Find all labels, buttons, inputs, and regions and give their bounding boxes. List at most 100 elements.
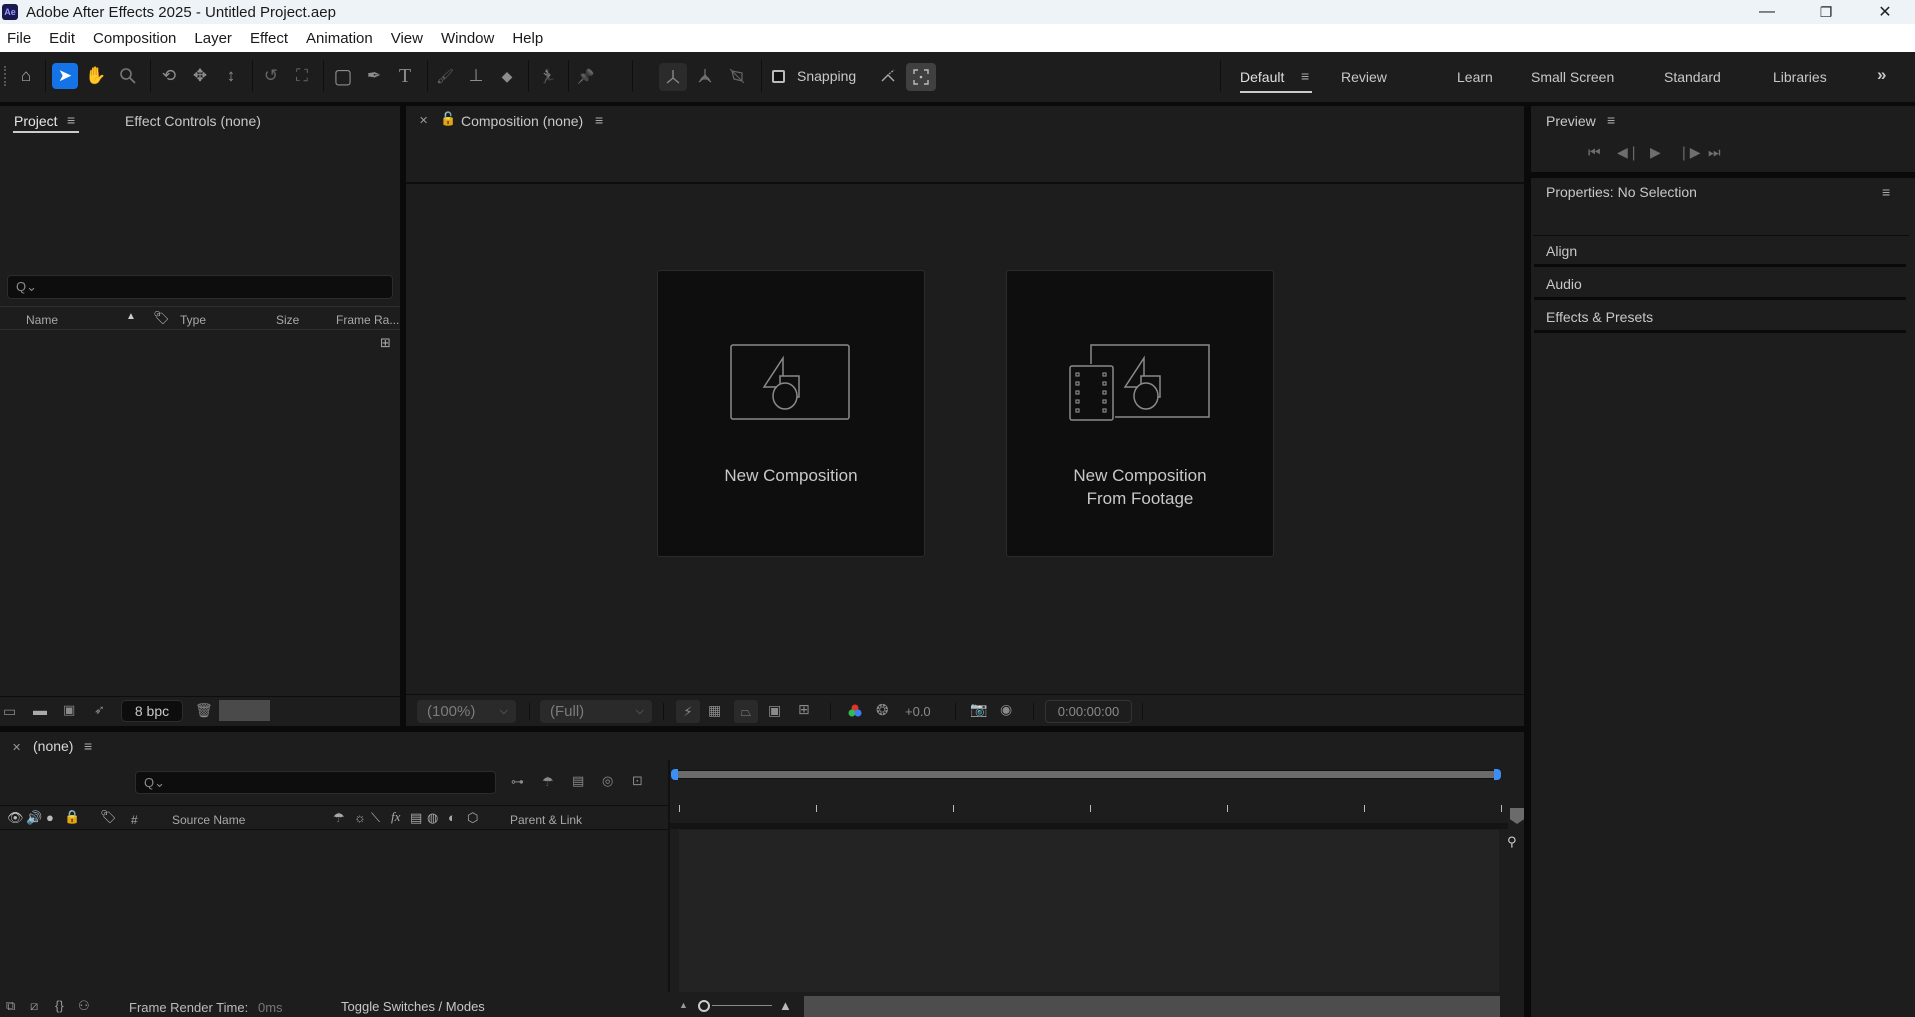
transfer-controls-toggle-icon[interactable]: ⧄ (30, 998, 38, 1014)
eraser-tool-icon[interactable]: ◆ (494, 63, 520, 89)
brush-tool-icon[interactable]: 🖌 (432, 63, 458, 89)
menu-composition[interactable]: Composition (84, 30, 185, 47)
collapse-transformations-icon[interactable]: ☼ (354, 810, 366, 825)
layer-switches-toggle-icon[interactable]: ⧉ (6, 998, 15, 1014)
menu-file[interactable]: File (0, 30, 40, 47)
work-area-bar[interactable] (676, 770, 1496, 779)
grid-guides-icon[interactable]: ⊞ (798, 701, 810, 718)
hide-shy-layers-icon[interactable]: ☂ (542, 774, 554, 790)
rectangle-tool-icon[interactable]: ▢ (330, 63, 356, 89)
exposure-value[interactable]: +0.0 (905, 704, 931, 719)
clone-stamp-tool-icon[interactable]: ⊥ (463, 63, 489, 89)
menu-help[interactable]: Help (503, 30, 552, 47)
motion-blur-switch-icon[interactable]: ◍ (427, 810, 438, 826)
timeline-search-input[interactable]: Q⌄ (135, 771, 496, 794)
shy-switch-icon[interactable]: ☂ (333, 810, 345, 826)
workspace-small-screen[interactable]: Small Screen (1531, 69, 1614, 85)
section-align[interactable]: Align (1534, 237, 1906, 267)
zoom-in-icon[interactable]: ▲ (779, 998, 792, 1013)
time-ruler[interactable] (672, 805, 1507, 825)
workspace-default[interactable]: Default (1240, 69, 1284, 85)
selection-tool-icon[interactable]: ➤ (52, 63, 78, 89)
transparency-grid-icon[interactable]: ▦ (708, 702, 721, 719)
toolbar-grip[interactable] (4, 66, 7, 86)
menu-view[interactable]: View (382, 30, 432, 47)
region-of-interest-icon[interactable]: ▣ (768, 702, 781, 719)
workspace-menu-icon[interactable]: ≡ (1301, 68, 1309, 84)
effect-switch-icon[interactable]: fx (391, 809, 400, 825)
workspace-standard[interactable]: Standard (1664, 69, 1721, 85)
column-header-size[interactable]: Size (276, 313, 299, 327)
workspace-review[interactable]: Review (1341, 69, 1387, 85)
lock-icon[interactable]: 🔒 (64, 809, 80, 825)
section-effects-presets[interactable]: Effects & Presets (1534, 303, 1906, 333)
show-snapshot-icon[interactable]: ◉ (1000, 701, 1012, 718)
label-tag-icon[interactable]: 🏷 (100, 809, 117, 825)
frame-blend-switch-icon[interactable]: ▤ (410, 810, 422, 826)
column-header-number[interactable]: # (131, 813, 138, 827)
pan-camera-tool-icon[interactable]: ✥ (187, 63, 213, 89)
new-composition-card[interactable]: New Composition (657, 270, 925, 557)
adobe-media-encoder-icon[interactable]: ➶ (94, 702, 105, 718)
adjustment-layer-icon[interactable]: ◐ (448, 810, 456, 825)
workspace-learn[interactable]: Learn (1457, 69, 1493, 85)
tab-timeline-none[interactable]: (none) (33, 738, 73, 754)
channel-rgb-icon[interactable] (847, 703, 863, 719)
roto-brush-tool-icon[interactable]: 🏃 (535, 63, 561, 89)
hand-tool-icon[interactable]: ✋ (83, 63, 109, 89)
audio-icon[interactable]: 🔊 (26, 810, 42, 826)
last-frame-icon[interactable]: ⏭ (1708, 144, 1721, 161)
zoom-tool-icon[interactable] (115, 63, 141, 89)
zoom-slider-track[interactable] (712, 1005, 772, 1006)
column-header-type[interactable]: Type (180, 313, 206, 327)
solo-icon[interactable]: ● (46, 810, 54, 825)
tab-effect-controls[interactable]: Effect Controls (none) (125, 113, 261, 129)
preview-panel-menu-icon[interactable]: ≡ (1607, 112, 1615, 128)
mask-visibility-icon[interactable]: ⏢ (734, 700, 758, 723)
play-icon[interactable]: ▶ (1650, 144, 1661, 161)
magnification-dropdown[interactable]: (100%) ⌵ (417, 700, 516, 723)
render-time-toggle-icon[interactable]: ⚇ (78, 998, 90, 1014)
column-header-frame-rate[interactable]: Frame Ra... (336, 313, 399, 327)
type-tool-icon[interactable]: T (392, 63, 418, 89)
current-time-display[interactable]: 0:00:00:00 (1045, 700, 1132, 723)
label-tag-icon[interactable]: 🏷 (153, 310, 170, 326)
snapshot-camera-icon[interactable]: 📷 (970, 701, 987, 718)
minimize-button[interactable]: — (1738, 0, 1796, 24)
workspace-overflow-icon[interactable]: » (1877, 65, 1886, 85)
home-icon[interactable]: ⌂ (13, 63, 39, 89)
rotation-tool-icon[interactable]: ↺ (258, 63, 284, 89)
previous-frame-icon[interactable]: ◀❘ (1617, 144, 1640, 161)
graph-editor-icon[interactable]: ⊡ (632, 773, 643, 789)
new-composition-icon[interactable]: ▣ (63, 702, 75, 718)
flowchart-icon[interactable]: ⊞ (380, 335, 391, 351)
color-management-icon[interactable]: ❂ (876, 701, 889, 719)
quality-icon[interactable]: ⟍ (371, 810, 380, 826)
bit-depth-button[interactable]: 8 bpc (121, 700, 183, 722)
zoom-slider-handle[interactable] (698, 1000, 710, 1012)
composition-mini-flowchart-icon[interactable]: ⊶ (511, 774, 524, 790)
snapping-checkbox[interactable] (772, 70, 785, 83)
close-tab-icon[interactable]: ✕ (12, 741, 21, 754)
timeline-splitter[interactable] (668, 760, 670, 992)
first-frame-icon[interactable]: ⏮ (1588, 144, 1601, 161)
in-out-toggle-icon[interactable]: {} (55, 998, 64, 1013)
interpret-footage-icon[interactable]: ▭ (3, 703, 16, 720)
puppet-pin-tool-icon[interactable]: 📌 (573, 63, 599, 89)
view-axis-mode-icon[interactable] (724, 63, 750, 89)
menu-window[interactable]: Window (432, 30, 503, 47)
timeline-track-area[interactable] (679, 830, 1499, 992)
tab-project[interactable]: Project (14, 113, 58, 129)
lock-icon[interactable]: 🔓 (440, 111, 456, 127)
column-header-name[interactable]: Name (26, 313, 58, 327)
project-panel-menu-icon[interactable]: ≡ (67, 112, 75, 128)
fast-previews-icon[interactable]: ⚡ (676, 700, 700, 723)
frame-blending-icon[interactable]: ▤ (572, 773, 584, 789)
video-visibility-icon[interactable]: 👁 (7, 810, 24, 826)
motion-blur-icon[interactable]: ◎ (602, 773, 613, 789)
work-area-end-handle[interactable] (1494, 769, 1501, 780)
maximize-button[interactable]: ❐ (1797, 0, 1855, 24)
column-header-parent-link[interactable]: Parent & Link (510, 813, 582, 827)
properties-panel-menu-icon[interactable]: ≡ (1882, 184, 1890, 200)
next-frame-icon[interactable]: ❘▶ (1678, 144, 1701, 161)
